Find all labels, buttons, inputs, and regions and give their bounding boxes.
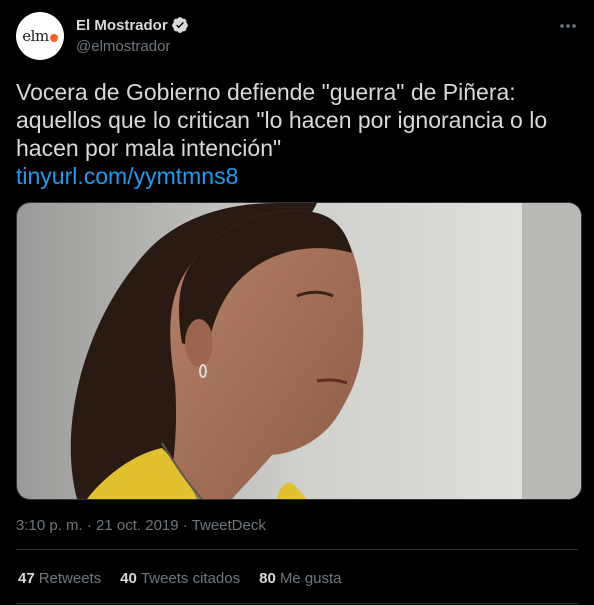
- likes-stat[interactable]: 80 Me gusta: [259, 570, 341, 587]
- display-name[interactable]: El Mostrador: [76, 17, 168, 34]
- woman-portrait-photo: [17, 203, 581, 499]
- likes-label: Me gusta: [279, 570, 342, 587]
- quotes-stat[interactable]: 40 Tweets citados: [120, 570, 240, 587]
- more-icon[interactable]: [558, 16, 578, 41]
- avatar-logo-text: elm: [22, 27, 49, 45]
- divider: [16, 549, 578, 550]
- tweet-header: elm El Mostrador @elmostrador: [16, 12, 578, 62]
- likes-count: 80: [259, 570, 276, 587]
- avatar-logo-dot: [49, 33, 58, 42]
- more-dots-icon: [560, 24, 576, 28]
- tweet-text-line: Vocera de Gobierno defiende "guerra" de …: [16, 79, 516, 105]
- retweets-count: 47: [18, 570, 35, 587]
- tweet-stats: 47 Retweets 40 Tweets citados 80 Me gusta: [18, 570, 342, 587]
- retweets-stat[interactable]: 47 Retweets: [18, 570, 101, 587]
- tweet-text: Vocera de Gobierno defiende "guerra" de …: [16, 78, 578, 190]
- author-info: El Mostrador @elmostrador: [76, 16, 189, 55]
- quotes-count: 40: [120, 570, 137, 587]
- tweet-text-line: aquellos que lo critican "lo hacen por i…: [16, 107, 548, 133]
- tweet-text-line: hacen por mala intención": [16, 135, 282, 161]
- avatar[interactable]: elm: [16, 12, 64, 60]
- retweets-label: Retweets: [38, 570, 102, 587]
- divider: [16, 603, 578, 604]
- verified-icon: [171, 17, 188, 33]
- tweet-timestamp[interactable]: 3:10 p. m. · 21 oct. 2019 · TweetDeck: [16, 517, 266, 534]
- tweet-photo[interactable]: [16, 202, 582, 500]
- handle[interactable]: @elmostrador: [76, 38, 189, 55]
- quotes-label: Tweets citados: [140, 570, 241, 587]
- tweet-link[interactable]: tinyurl.com/yymtmns8: [16, 162, 578, 190]
